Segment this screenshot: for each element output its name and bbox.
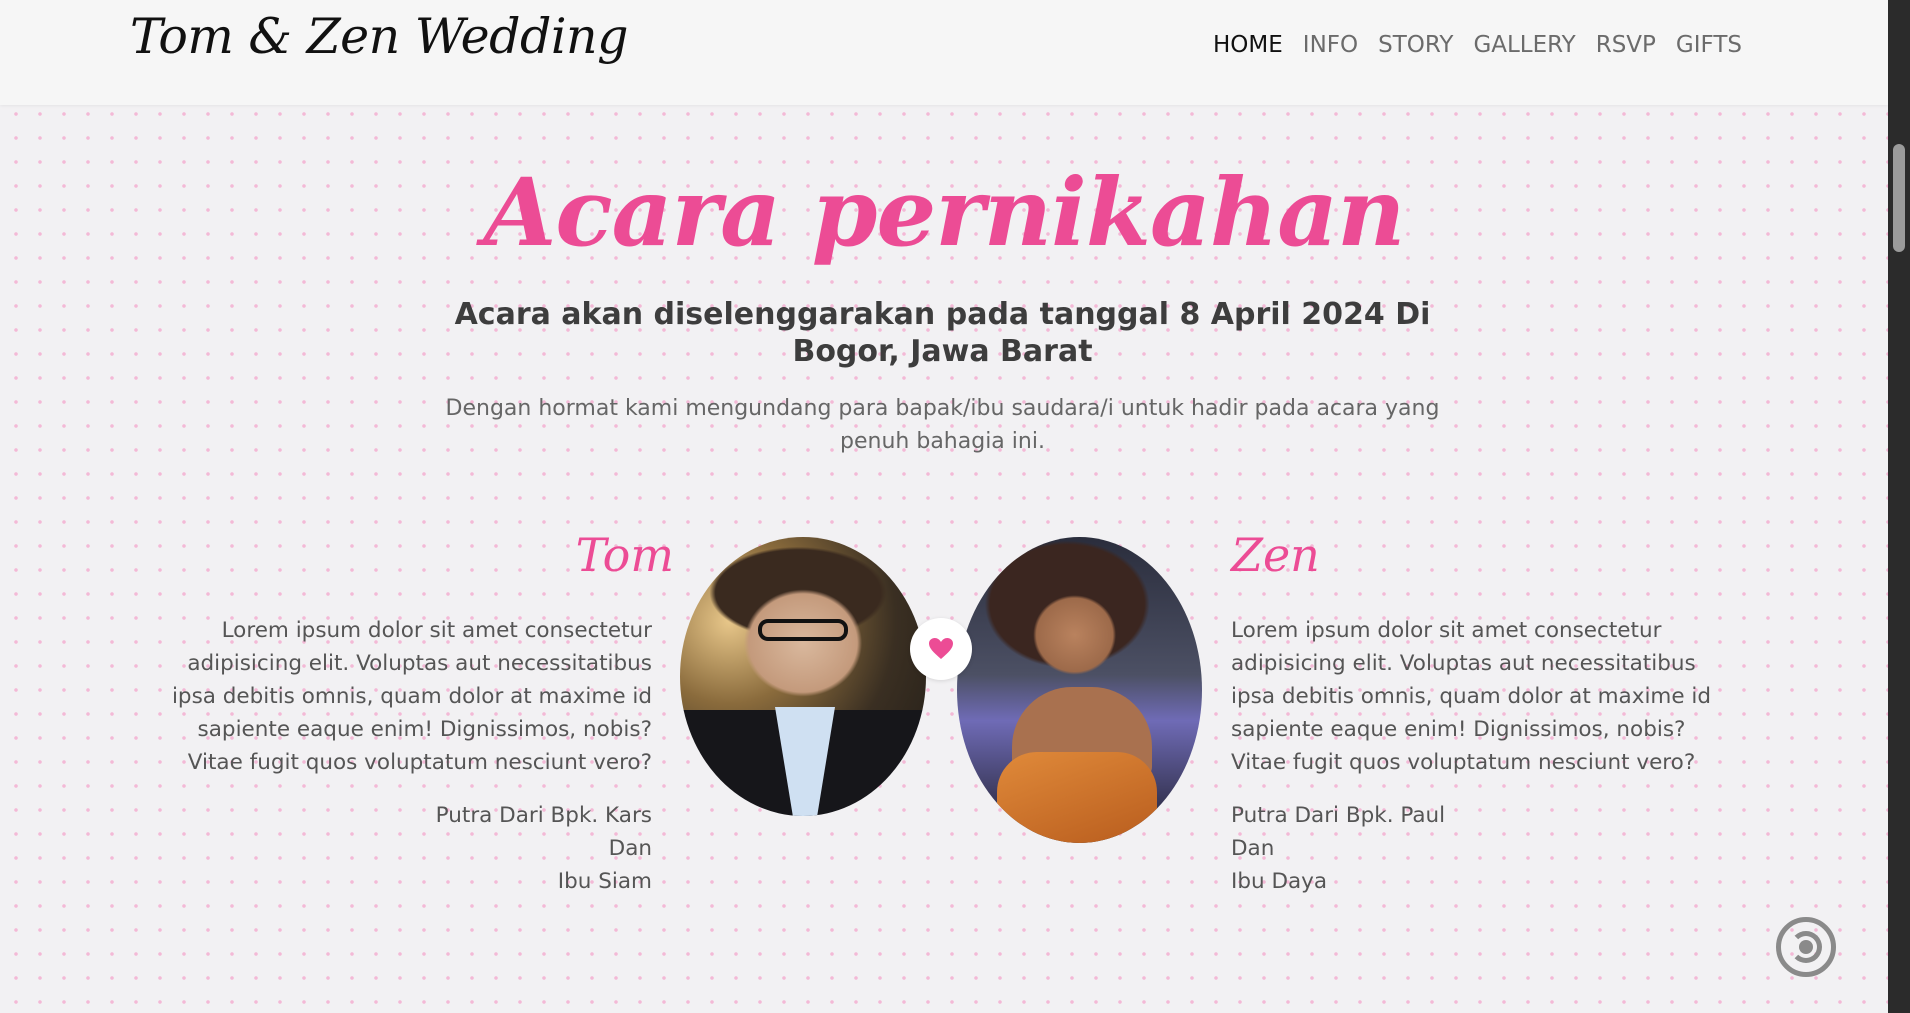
heart-badge bbox=[910, 618, 972, 680]
brand-logo[interactable]: Tom & Zen Wedding bbox=[130, 8, 629, 65]
event-date-location: Acara akan diselenggarakan pada tanggal … bbox=[454, 297, 1431, 369]
heart-icon bbox=[929, 638, 953, 659]
scrollbar[interactable] bbox=[1888, 0, 1910, 1013]
scrollbar-thumb[interactable] bbox=[1893, 144, 1905, 252]
navbar: Tom & Zen Wedding HOME INFO STORY GALLER… bbox=[0, 0, 1888, 105]
invitation-text: Dengan hormat kami mengundang para bapak… bbox=[445, 396, 1440, 454]
section-title: Acara pernikahan bbox=[483, 158, 1406, 268]
music-toggle-button[interactable] bbox=[1776, 917, 1836, 977]
music-toggle-icon-dot bbox=[1799, 940, 1813, 954]
bride-photo-dress bbox=[997, 752, 1157, 843]
nav-info[interactable]: INFO bbox=[1303, 32, 1358, 58]
bride-father: Putra Dari Bpk. Paul bbox=[1231, 803, 1446, 828]
main-nav: HOME INFO STORY GALLERY RSVP GIFTS bbox=[1213, 32, 1742, 58]
groom-photo-shirt bbox=[775, 707, 835, 816]
nav-gifts[interactable]: GIFTS bbox=[1676, 32, 1742, 58]
bride-mother: Ibu Daya bbox=[1231, 869, 1328, 894]
groom-bio: Lorem ipsum dolor sit amet consectetur a… bbox=[171, 618, 652, 775]
bride-name: Zen bbox=[1231, 528, 1320, 582]
nav-rsvp[interactable]: RSVP bbox=[1596, 32, 1656, 58]
bride-parents: Putra Dari Bpk. Paul Dan Ibu Daya bbox=[1231, 799, 1731, 898]
groom-parents: Putra Dari Bpk. Kars Dan Ibu Siam bbox=[152, 799, 652, 898]
nav-home[interactable]: HOME bbox=[1213, 32, 1283, 58]
music-toggle-icon bbox=[1790, 931, 1822, 963]
bride-bio: Lorem ipsum dolor sit amet consectetur a… bbox=[1231, 618, 1712, 775]
groom-mother: Ibu Siam bbox=[557, 869, 652, 894]
bride-photo bbox=[957, 537, 1202, 843]
bride-parents-conjunction: Dan bbox=[1231, 836, 1275, 861]
groom-photo bbox=[680, 537, 926, 816]
groom-name: Tom bbox=[575, 528, 674, 582]
groom-parents-conjunction: Dan bbox=[608, 836, 652, 861]
groom-photo-glasses bbox=[758, 619, 848, 641]
nav-gallery[interactable]: GALLERY bbox=[1473, 32, 1575, 58]
groom-father: Putra Dari Bpk. Kars bbox=[435, 803, 652, 828]
nav-story[interactable]: STORY bbox=[1378, 32, 1453, 58]
